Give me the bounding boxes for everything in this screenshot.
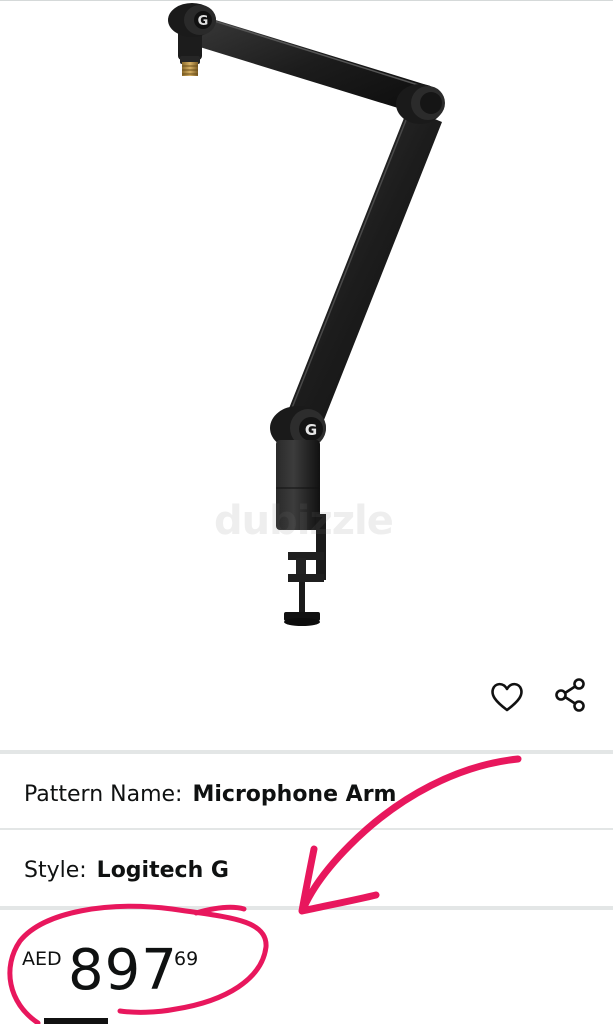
section-divider: [0, 906, 613, 910]
share-icon[interactable]: [553, 677, 589, 713]
price-currency: AED: [22, 948, 62, 970]
watermark-logo: dubizzle: [214, 498, 394, 544]
svg-text:G: G: [198, 14, 209, 29]
variation-value: Logitech G: [96, 858, 229, 883]
annotation-arrow: [298, 755, 522, 915]
variation-label: Pattern Name:: [24, 782, 183, 807]
variation-pattern-row[interactable]: Pattern Name: Microphone Arm: [24, 780, 396, 810]
svg-text:G: G: [305, 421, 317, 439]
variation-value: Microphone Arm: [192, 782, 397, 807]
bottom-tab-indicator: [44, 1018, 108, 1024]
variation-label: Style:: [24, 858, 87, 883]
section-divider: [0, 750, 613, 754]
variation-style-row[interactable]: Style: Logitech G: [24, 856, 229, 886]
product-image[interactable]: G G: [0, 0, 613, 660]
product-page: G G dubizzle Pattern Name: Microphone Ar…: [0, 0, 613, 1024]
price-whole: 897: [68, 938, 178, 1003]
heart-icon[interactable]: [489, 679, 525, 715]
price-fraction: 69: [174, 948, 199, 970]
row-divider: [0, 828, 613, 830]
